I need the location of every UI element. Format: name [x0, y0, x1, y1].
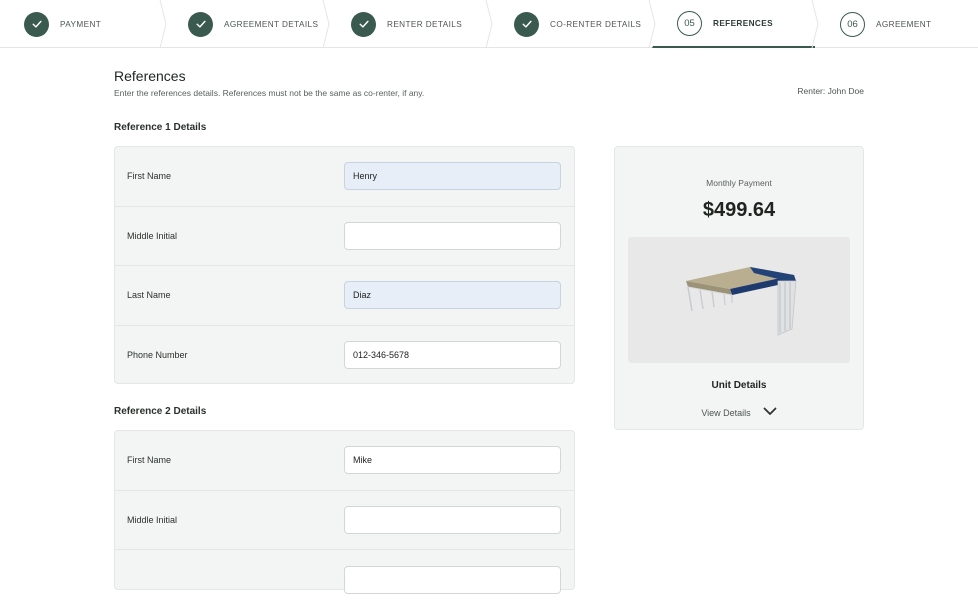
- view-details-toggle[interactable]: View Details: [615, 407, 863, 418]
- step-number: 06: [847, 18, 858, 30]
- reference-1-first-name-row: First Name Henry: [115, 147, 574, 207]
- last-name-label: Last Name: [127, 290, 171, 301]
- step-label: RENTER DETAILS: [387, 19, 463, 29]
- step-label: REFERENCES: [713, 18, 773, 28]
- monthly-payment-label: Monthly Payment: [706, 178, 772, 188]
- reference-2-card: First Name Mike Middle Initial: [114, 430, 575, 594]
- reference-2-title: Reference 2 Details: [114, 406, 207, 417]
- reference-2-last-name-input[interactable]: [344, 565, 561, 594]
- step-number: 05: [684, 17, 695, 29]
- phone-number-label: Phone Number: [127, 350, 188, 361]
- reference-1-last-name-input[interactable]: Diaz: [344, 281, 561, 310]
- check-icon: [188, 11, 213, 37]
- middle-initial-label: Middle Initial: [127, 514, 178, 525]
- first-name-label: First Name: [127, 171, 172, 182]
- middle-initial-label: Middle Initial: [127, 230, 178, 241]
- step-label: PAYMENT: [60, 19, 102, 29]
- reference-1-phone-row: Phone Number 012-346-5678: [115, 326, 574, 386]
- reference-1-card: First Name Henry Middle Initial Last Nam…: [114, 146, 575, 384]
- renter-name: Renter: John Doe: [797, 86, 864, 96]
- reference-1-middle-initial-row: Middle Initial: [115, 207, 574, 266]
- monthly-payment-value: $499.64: [702, 199, 776, 221]
- payment-summary-card: Monthly Payment $499.64 Unit Details Vie…: [614, 146, 864, 430]
- reference-1-phone-input[interactable]: 012-346-5678: [344, 341, 561, 370]
- reference-1-last-name-row: Last Name Diaz: [115, 266, 574, 326]
- reference-2-middle-initial-input[interactable]: [344, 505, 561, 534]
- reference-2-middle-initial-row: Middle Initial: [115, 491, 574, 550]
- unit-image: [628, 237, 850, 363]
- step-label: AGREEMENT DETAILS: [224, 19, 319, 29]
- step-label: AGREEMENT: [876, 19, 932, 29]
- reference-1-first-name-input[interactable]: Henry: [344, 162, 561, 191]
- check-icon: [24, 11, 49, 37]
- reference-2-first-name-row: First Name Mike: [115, 431, 574, 491]
- step-label: CO-RENTER DETAILS: [550, 19, 642, 29]
- step-co-renter-details[interactable]: CO-RENTER DETAILS: [489, 0, 656, 48]
- view-details-label: View Details: [701, 407, 751, 418]
- check-icon: [351, 11, 376, 37]
- page-subtitle: Enter the references details. References…: [114, 88, 425, 98]
- step-payment[interactable]: PAYMENT: [0, 0, 167, 48]
- chevron-down-icon[interactable]: [763, 407, 777, 418]
- step-number-badge: 05: [677, 10, 702, 36]
- progress-stepper: PAYMENT AGREEMENT DETAILS RENTER DETAILS…: [0, 0, 978, 48]
- step-renter-details[interactable]: RENTER DETAILS: [326, 0, 493, 48]
- step-agreement[interactable]: 06 AGREEMENT: [815, 0, 978, 48]
- reference-2-first-name-input[interactable]: Mike: [344, 446, 561, 475]
- first-name-label: First Name: [127, 455, 172, 466]
- page-title: References: [114, 68, 186, 84]
- step-number-badge: 06: [840, 11, 865, 37]
- step-references[interactable]: 05 REFERENCES: [652, 0, 819, 48]
- unit-details-title: Unit Details: [711, 380, 767, 391]
- reference-1-title: Reference 1 Details: [114, 122, 207, 133]
- reference-1-middle-initial-input[interactable]: [344, 221, 561, 250]
- check-icon: [514, 11, 539, 37]
- step-agreement-details[interactable]: AGREEMENT DETAILS: [163, 0, 330, 48]
- reference-2-last-name-row: [115, 550, 574, 610]
